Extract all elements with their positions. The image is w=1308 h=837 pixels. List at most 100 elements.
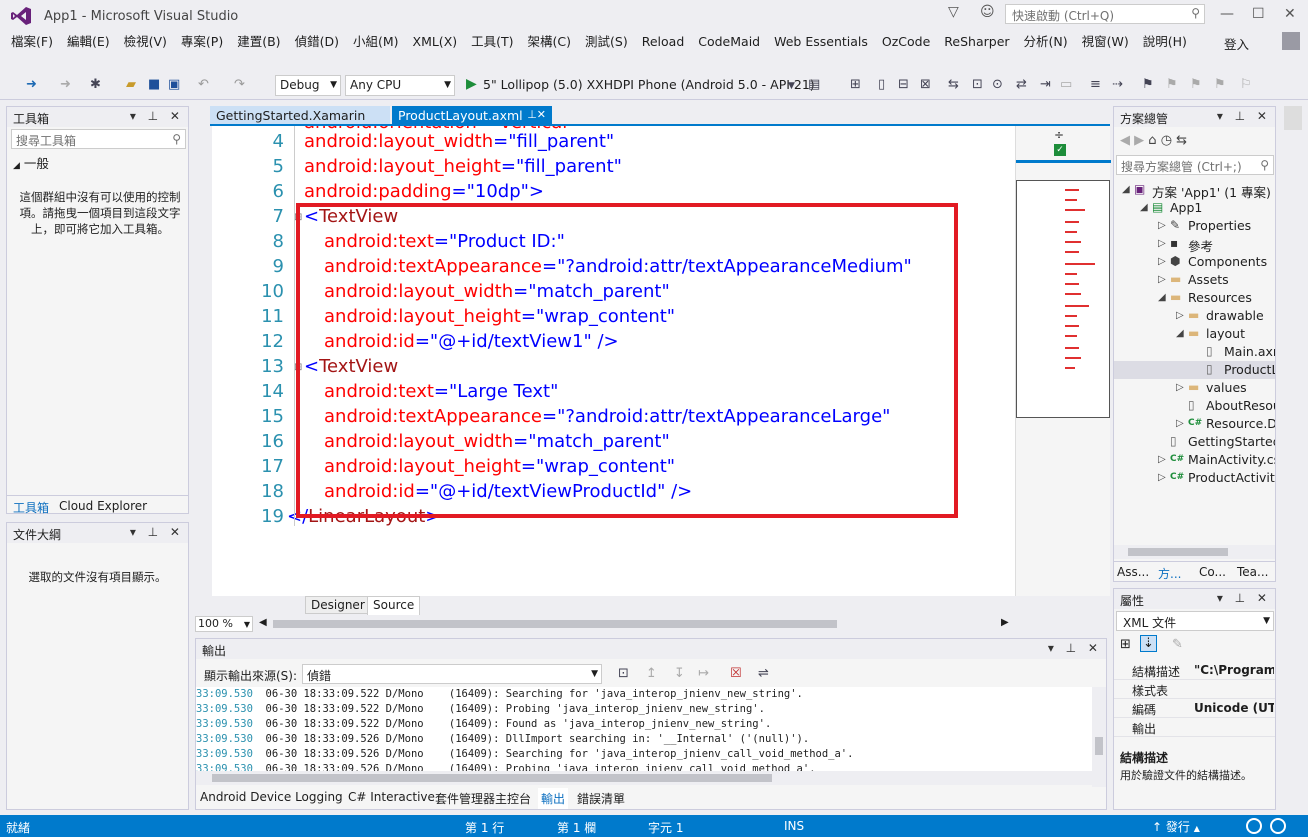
toolbox-group-header[interactable]: ◢ 一般 bbox=[13, 153, 49, 172]
solution-item[interactable]: ▯ GettingStarted.X bbox=[1114, 433, 1275, 451]
split-handle-icon[interactable]: ÷ bbox=[1054, 128, 1064, 142]
expand-icon[interactable]: ◢ bbox=[1122, 184, 1130, 195]
goto-code-icon[interactable]: ⊡ bbox=[618, 666, 629, 681]
menu-item[interactable]: 偵錯(D) bbox=[288, 33, 346, 51]
expand-icon[interactable]: ▷ bbox=[1158, 472, 1166, 483]
solution-item[interactable]: ▷ C# MainActivity.cs bbox=[1114, 451, 1275, 469]
run-icon[interactable]: ▶ bbox=[466, 76, 477, 92]
expand-icon[interactable]: ▷ bbox=[1176, 310, 1184, 321]
solution-item[interactable]: ◢ ▤ App1 bbox=[1114, 199, 1275, 217]
menu-item[interactable]: 小組(M) bbox=[346, 33, 406, 51]
expand-icon[interactable]: ▷ bbox=[1158, 238, 1166, 249]
next-message-icon[interactable]: ↧ bbox=[674, 666, 685, 681]
solution-item[interactable]: ▷ C#Resource.Des bbox=[1114, 415, 1275, 433]
clear-all-icon[interactable]: ☒ bbox=[730, 666, 742, 681]
pin-close-icon[interactable]: ⊥✕ bbox=[527, 108, 546, 121]
panel-controls[interactable]: ▾ ⊥ ✕ bbox=[1217, 109, 1271, 123]
device-manager-icon[interactable]: ▤ bbox=[808, 77, 820, 92]
sync-icon[interactable]: ⇆ bbox=[1176, 133, 1187, 148]
scroll-left-icon[interactable]: ◀ bbox=[259, 617, 267, 628]
property-row[interactable]: 結構描述 "C:\Program F bbox=[1114, 661, 1275, 680]
menu-item[interactable]: 測試(S) bbox=[578, 33, 635, 51]
solution-item[interactable]: ▷ ▬ values bbox=[1114, 379, 1275, 397]
copy-icon[interactable]: ▭ bbox=[1060, 77, 1072, 92]
menu-item[interactable]: 說明(H) bbox=[1136, 33, 1194, 51]
menu-item[interactable]: Reload bbox=[635, 33, 692, 51]
format-icon[interactable]: ≡ bbox=[1090, 77, 1101, 92]
solution-item[interactable]: ◢ ▬ layout bbox=[1114, 325, 1275, 343]
account-avatar[interactable] bbox=[1282, 32, 1300, 50]
tab-getting-started[interactable]: GettingStarted.Xamarin bbox=[210, 106, 390, 126]
toolbox-search-input[interactable]: 搜尋工具箱 ⚲ bbox=[11, 129, 186, 149]
feedback-icon[interactable]: ☺ bbox=[980, 4, 995, 20]
property-pages-icon[interactable]: ✎ bbox=[1172, 637, 1183, 652]
arrows-icon[interactable]: ⇆ bbox=[948, 77, 959, 92]
menu-item[interactable]: ReSharper bbox=[937, 33, 1016, 51]
tab-designer[interactable]: Designer bbox=[305, 596, 371, 614]
property-value[interactable]: Unicode (UTF- bbox=[1194, 701, 1274, 715]
signin-link[interactable]: 登入 bbox=[1224, 34, 1249, 53]
tab-product-layout[interactable]: ProductLayout.axml ⊥✕ bbox=[392, 106, 552, 126]
history-icon[interactable]: ◷ bbox=[1161, 133, 1172, 148]
solution-hscroll[interactable] bbox=[1114, 545, 1275, 559]
nav-icon[interactable]: ⇥ bbox=[1040, 77, 1051, 92]
solution-item[interactable]: ◢ ▣ 方案 'App1' (1 專案) bbox=[1114, 181, 1275, 200]
back-icon[interactable]: ◀ bbox=[1120, 133, 1130, 148]
publish-button[interactable]: ↑ 發行 ▲ bbox=[1152, 818, 1200, 835]
solution-item[interactable]: ▷ ⬢ Components bbox=[1114, 253, 1275, 271]
prev-message-icon[interactable]: ↥ bbox=[646, 666, 657, 681]
indent-icon[interactable]: ⇢ bbox=[1112, 77, 1123, 92]
solution-item[interactable]: ▷ ▬ drawable bbox=[1114, 307, 1275, 325]
output-source-select[interactable]: 偵錯 ▼ bbox=[302, 664, 602, 684]
find-message-icon[interactable]: ↦ bbox=[698, 666, 709, 681]
word-wrap-icon[interactable]: ⇌ bbox=[758, 666, 769, 681]
tab-android-device-logging[interactable]: Android Device Logging bbox=[200, 790, 343, 804]
menu-item[interactable]: 架構(C) bbox=[521, 33, 578, 51]
panel-controls[interactable]: ▾ ⊥ ✕ bbox=[1048, 641, 1102, 655]
tab-package-manager-console[interactable]: 套件管理器主控台 bbox=[435, 790, 531, 807]
solution-item[interactable]: ▷ C#ProductActivity.c bbox=[1114, 469, 1275, 487]
hscroll-thumb[interactable] bbox=[273, 620, 837, 628]
bookmark-icon[interactable]: ⊡ bbox=[972, 77, 983, 92]
expand-icon[interactable]: ▷ bbox=[1176, 382, 1184, 393]
solution-item[interactable]: ▷ ✎ Properties bbox=[1114, 217, 1275, 235]
panel-controls[interactable]: ▾ ⊥ ✕ bbox=[130, 109, 184, 123]
new-project-icon[interactable]: ✱ bbox=[90, 77, 101, 92]
maximize-button[interactable]: ☐ bbox=[1252, 6, 1265, 22]
zoom-select[interactable]: 100 % ▼ bbox=[195, 616, 253, 632]
menu-item[interactable]: 工具(T) bbox=[464, 33, 520, 51]
expand-icon[interactable]: ◢ bbox=[1140, 202, 1148, 213]
config-select[interactable]: Debug ▼ bbox=[275, 75, 341, 96]
page-icon[interactable]: ▯ bbox=[878, 77, 885, 92]
menu-item[interactable]: 建置(B) bbox=[230, 33, 287, 51]
panel-controls[interactable]: ▾ ⊥ ✕ bbox=[1217, 591, 1271, 605]
flag-icon[interactable]: ⚑ bbox=[1142, 77, 1154, 92]
output-hscroll[interactable] bbox=[196, 771, 1092, 785]
menu-item[interactable]: CodeMaid bbox=[691, 33, 767, 51]
property-row[interactable]: 樣式表 bbox=[1114, 680, 1275, 699]
menu-item[interactable]: 分析(N) bbox=[1017, 33, 1075, 51]
tab-toolbox[interactable]: 工具箱 bbox=[13, 499, 49, 516]
expand-icon[interactable]: ▷ bbox=[1176, 418, 1184, 429]
categorized-icon[interactable]: ⊞ bbox=[1120, 637, 1131, 652]
expand-icon[interactable]: ▷ bbox=[1158, 454, 1166, 465]
platform-select[interactable]: Any CPU ▼ bbox=[345, 75, 455, 96]
menu-item[interactable]: XML(X) bbox=[406, 33, 465, 51]
scroll-right-icon[interactable]: ▶ bbox=[1001, 617, 1009, 628]
menu-item[interactable]: 編輯(E) bbox=[60, 33, 117, 51]
expand-icon[interactable]: ▷ bbox=[1158, 220, 1166, 231]
save-all-icon[interactable]: ▣ bbox=[168, 77, 180, 92]
forward-icon[interactable]: ▶ bbox=[1134, 133, 1144, 148]
expand-icon[interactable]: ▷ bbox=[1158, 256, 1166, 267]
find-icon[interactable]: ⊙ bbox=[992, 77, 1003, 92]
minimap-viewport[interactable] bbox=[1016, 180, 1110, 418]
solution-search-input[interactable]: 搜尋方案總管 (Ctrl+;) ⚲ bbox=[1116, 155, 1274, 175]
solution-item[interactable]: ▷ ▬ Assets bbox=[1114, 271, 1275, 289]
menu-item[interactable]: OzCode bbox=[875, 33, 937, 51]
output-vscroll[interactable] bbox=[1092, 687, 1106, 787]
menu-item[interactable]: Web Essentials bbox=[767, 33, 875, 51]
open-folder-icon[interactable]: ▰ bbox=[126, 77, 136, 92]
tab-assets[interactable]: Ass... bbox=[1117, 565, 1149, 579]
tab-components[interactable]: Co... bbox=[1199, 565, 1226, 579]
tab-source[interactable]: Source bbox=[367, 596, 421, 615]
